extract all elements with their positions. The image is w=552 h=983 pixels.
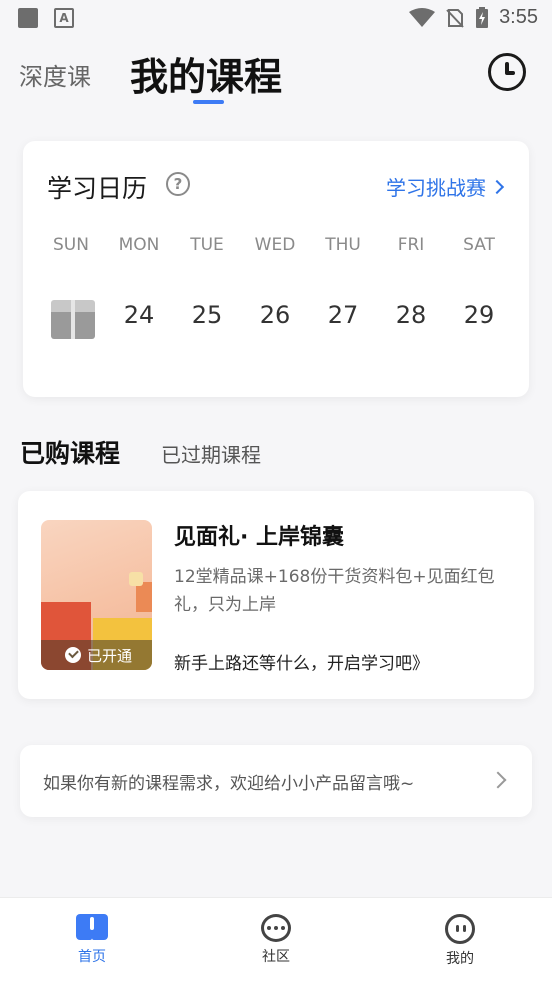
chat-dot: [274, 926, 278, 930]
clock-hand-horizontal: [505, 71, 515, 75]
tab-my-courses[interactable]: 我的课程: [130, 46, 282, 101]
weekday-wed: WED: [254, 235, 296, 255]
cover-shape-cream: [129, 572, 143, 586]
course-title: 见面礼· 上岸锦囊: [174, 525, 345, 550]
cover-shape-orange: [136, 582, 152, 612]
course-request-feedback-bar[interactable]: 如果你有新的课程需求，欢迎给小小产品留言哦~: [20, 745, 532, 817]
status-right: 3:55: [409, 6, 538, 29]
bottom-navigation: 首页 社区 我的: [0, 897, 552, 983]
feedback-text: 如果你有新的课程需求，欢迎给小小产品留言哦~: [43, 774, 415, 794]
gift-ribbon: [71, 300, 75, 339]
chat-icon: [261, 914, 291, 942]
study-calendar-card: 学习日历 ? 学习挑战赛 SUN MON TUE WED THU FRI SAT…: [23, 141, 529, 397]
date-fri[interactable]: 28: [381, 301, 441, 329]
nav-community[interactable]: 社区: [236, 914, 316, 966]
book-icon: [76, 914, 108, 942]
notification-icon: [18, 8, 38, 28]
date-tue[interactable]: 25: [177, 301, 237, 329]
active-tab-indicator: [193, 100, 224, 104]
nav-mine[interactable]: 我的: [420, 914, 500, 968]
face-icon: [445, 914, 475, 944]
chat-dot: [267, 926, 271, 930]
study-challenge-label: 学习挑战赛: [386, 176, 486, 200]
date-wed[interactable]: 26: [245, 301, 305, 329]
keyboard-a-icon: A: [54, 8, 74, 28]
book-bookmark: [90, 917, 94, 930]
chat-dot: [281, 926, 285, 930]
chevron-right-icon: [489, 179, 505, 194]
top-header: 深度课 我的课程: [0, 40, 552, 110]
opened-badge-label: 已开通: [87, 646, 133, 665]
tab-purchased-courses[interactable]: 已购课程: [20, 434, 120, 470]
course-card[interactable]: 已开通 见面礼· 上岸锦囊 12堂精品课+168份干货资料包+见面红包礼，只为上…: [18, 491, 534, 699]
battery-charging-icon: [476, 6, 489, 28]
chevron-right-icon: [489, 771, 507, 789]
nav-mine-label: 我的: [446, 951, 474, 967]
date-thu[interactable]: 27: [313, 301, 373, 329]
course-start-link[interactable]: 新手上路还等什么，开启学习吧》: [174, 649, 429, 674]
nav-community-label: 社区: [262, 949, 290, 965]
weekday-thu: THU: [325, 235, 361, 255]
weekday-sat: SAT: [463, 235, 495, 255]
weekday-fri: FRI: [397, 235, 425, 255]
tab-expired-courses[interactable]: 已过期课程: [161, 439, 261, 468]
date-mon[interactable]: 24: [109, 301, 169, 329]
screen: A 3:55 深度课 我的课程 学习日历 ? 学习挑战赛 SUN MON TUE…: [0, 0, 552, 983]
no-sim-icon: [446, 8, 464, 28]
clock-icon[interactable]: [488, 53, 526, 91]
course-description: 12堂精品课+168份干货资料包+见面红包礼，只为上岸: [174, 567, 495, 615]
status-time: 3:55: [499, 6, 538, 28]
status-bar: A 3:55: [0, 0, 552, 38]
help-icon[interactable]: ?: [166, 172, 190, 196]
book-page-right: [92, 914, 108, 940]
tab-deep-course[interactable]: 深度课: [19, 57, 91, 92]
gift-icon[interactable]: [51, 300, 95, 340]
nav-home[interactable]: 首页: [52, 914, 132, 966]
wifi-icon: [409, 7, 436, 27]
calendar-title: 学习日历: [47, 174, 148, 203]
study-challenge-link[interactable]: 学习挑战赛: [386, 172, 505, 201]
weekday-sun: SUN: [53, 235, 89, 255]
nav-home-label: 首页: [78, 949, 106, 965]
course-cover-image: 已开通: [41, 520, 152, 670]
status-left: A: [18, 8, 74, 28]
weekday-tue: TUE: [190, 235, 224, 255]
opened-badge: 已开通: [41, 640, 152, 670]
date-sat[interactable]: 29: [449, 301, 509, 329]
weekday-mon: MON: [118, 235, 160, 255]
check-circle-icon: [65, 647, 81, 663]
